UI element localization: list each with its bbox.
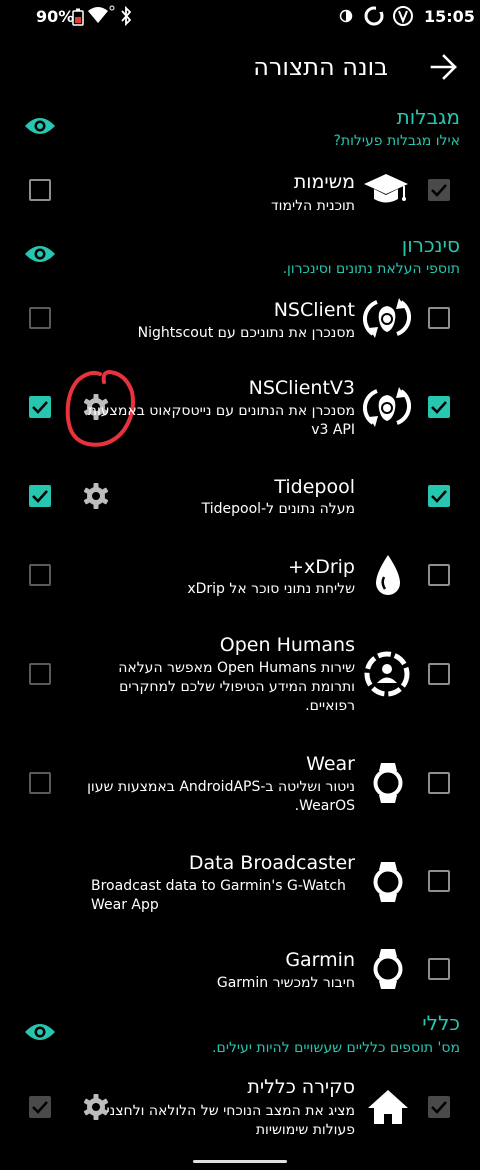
- section-title-general: כללי: [422, 1011, 460, 1035]
- visibility-checkbox[interactable]: [29, 564, 51, 586]
- plugin-title: Wear: [306, 753, 355, 775]
- enable-checkbox[interactable]: [428, 1096, 450, 1118]
- plugin-description: ניטור ושליטה ב-AndroidAPS באמצעות שעון W…: [87, 779, 355, 814]
- open-humans-icon: [364, 651, 410, 697]
- plugin-title: xDrip+: [288, 556, 355, 578]
- section-subtitle-constraints: אילו מגבלות פעילות?: [333, 133, 460, 149]
- plugin-title: Tidepool: [274, 476, 355, 498]
- visibility-checkbox[interactable]: [29, 396, 51, 418]
- visibility-checkbox[interactable]: [29, 179, 51, 201]
- sync-status-icon: [364, 6, 384, 26]
- visibility-checkbox[interactable]: [29, 772, 51, 794]
- enable-checkbox[interactable]: [428, 396, 450, 418]
- plugin-description: חיבור למכשיר Garmin: [216, 975, 355, 991]
- section-subtitle-sync: תוספי העלאת נתונים וסינכרון.: [282, 261, 460, 277]
- enable-checkbox[interactable]: [428, 564, 450, 586]
- plugin-description: שירות Open Humans מאפשר העלאה ותרומת המי…: [118, 660, 355, 714]
- nightscout-sync-icon: [363, 298, 411, 338]
- app-notification-icon: [393, 6, 413, 26]
- visibility-checkbox[interactable]: [29, 663, 51, 685]
- enable-checkbox[interactable]: [428, 179, 450, 201]
- plugin-title: משימות: [293, 171, 355, 193]
- plugin-description: מעלה נתונים ל-Tidepool: [201, 501, 355, 517]
- plugin-description: מציג את המצב הנוכחי של הלולאה ולחצני פעו…: [106, 1103, 356, 1138]
- battery-icon: [72, 8, 84, 26]
- graduation-cap-icon: [364, 174, 408, 203]
- eye-icon[interactable]: [24, 243, 56, 265]
- eye-icon[interactable]: [24, 1021, 56, 1043]
- plugin-title: Open Humans: [219, 634, 355, 656]
- wifi-icon: [88, 7, 108, 23]
- gesture-nav-handle[interactable]: [193, 1160, 287, 1163]
- enable-checkbox[interactable]: [428, 870, 450, 892]
- enable-checkbox[interactable]: [428, 485, 450, 507]
- watch-icon: [373, 949, 403, 989]
- plugin-description: מסנכרן את נתוניכם עם Nightscout: [137, 325, 355, 341]
- plugin-description: שליחת נתוני סוכר אל xDrip: [187, 581, 355, 597]
- wifi-sync-icon: [109, 5, 115, 11]
- plugin-title: סקירה כללית: [247, 1076, 355, 1098]
- watch-icon: [373, 862, 403, 902]
- home-icon: [368, 1090, 408, 1124]
- nightscout-sync-icon: [363, 387, 411, 427]
- section-subtitle-general: מס' תוספים כלליים שעשויים להיות יעילים.: [212, 1040, 460, 1056]
- section-title-constraints: מגבלות: [396, 105, 460, 129]
- watch-icon: [373, 763, 403, 803]
- back-arrow-icon[interactable]: [426, 50, 462, 84]
- status-bar: 90% 15:05: [0, 0, 480, 34]
- enable-checkbox[interactable]: [428, 663, 450, 685]
- page-title: בונה התצורה: [253, 53, 388, 81]
- plugin-title: Garmin: [285, 949, 355, 971]
- clock: 15:05: [424, 7, 475, 26]
- visibility-checkbox[interactable]: [29, 1096, 51, 1118]
- visibility-checkbox[interactable]: [29, 307, 51, 329]
- eye-icon[interactable]: [24, 115, 56, 137]
- drop-icon: [376, 555, 400, 595]
- plugin-title: NSClient: [273, 299, 355, 321]
- plugin-title: Data Broadcaster: [188, 852, 355, 874]
- enable-checkbox[interactable]: [428, 958, 450, 980]
- data-saver-icon: [339, 9, 353, 23]
- visibility-checkbox[interactable]: [29, 485, 51, 507]
- section-title-sync: סינכרון: [401, 233, 460, 257]
- plugin-description: Broadcast data to Garmin's G-Watch Wear …: [91, 878, 346, 913]
- plugin-title: NSClientV3: [248, 377, 355, 399]
- battery-percent: 90%: [36, 7, 75, 26]
- bluetooth-icon: [121, 6, 132, 26]
- plugin-description: תוכנית הלימוד: [270, 198, 355, 214]
- enable-checkbox[interactable]: [428, 307, 450, 329]
- plugin-description: מסנכרן את הנתונים עם נייטסקאוט באמצעות v…: [87, 403, 355, 438]
- enable-checkbox[interactable]: [428, 772, 450, 794]
